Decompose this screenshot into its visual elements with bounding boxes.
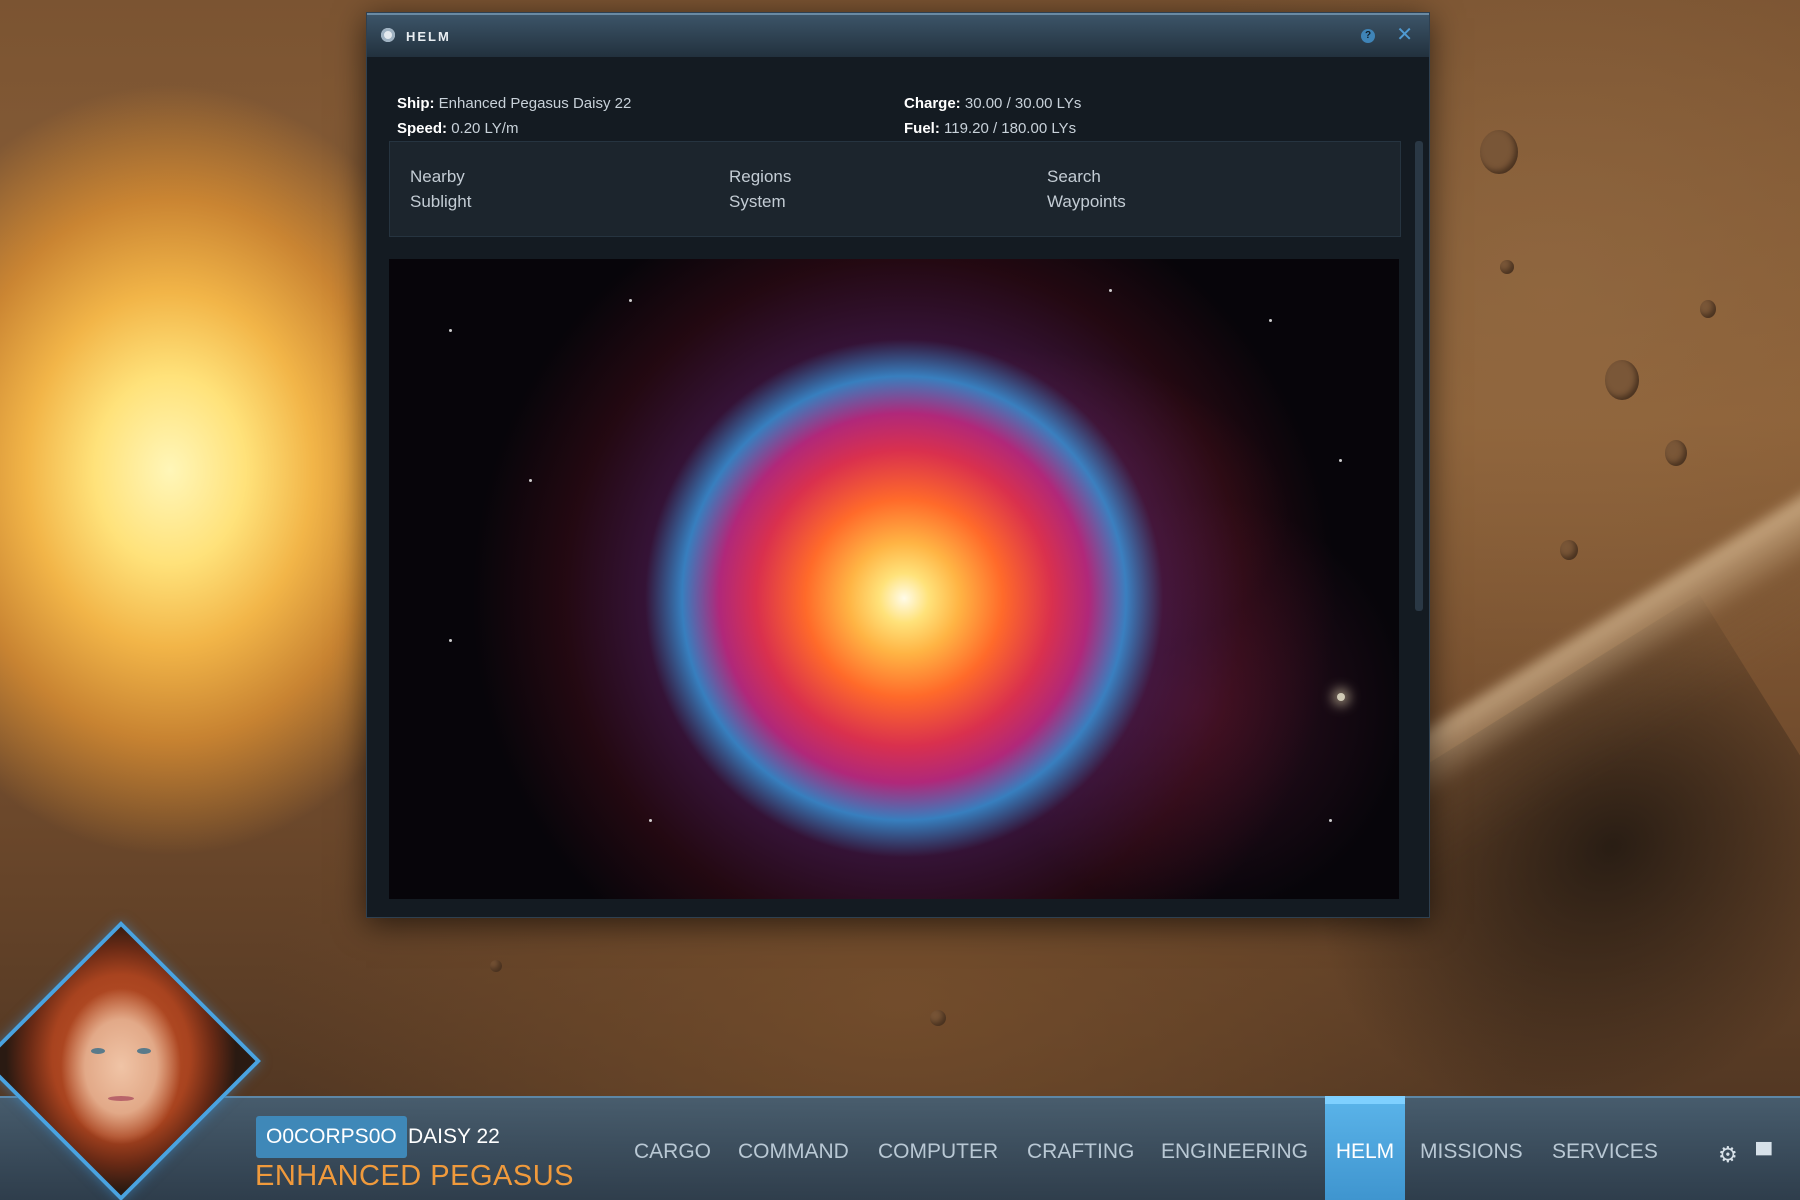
menu-crafting[interactable]: CRAFTING — [1027, 1096, 1134, 1200]
star — [1339, 459, 1342, 462]
nav-waypoints[interactable]: Waypoints — [1047, 189, 1126, 214]
star — [449, 329, 452, 332]
speed-label: Speed: — [397, 120, 448, 137]
nebula-viewport — [389, 259, 1399, 899]
charge-row: Charge: 30.00 / 30.00 LYs — [904, 91, 1081, 116]
help-icon[interactable]: ? — [1361, 29, 1375, 43]
helm-nav: Nearby Sublight Regions System Search Wa… — [389, 141, 1401, 237]
star — [1109, 289, 1112, 292]
asteroid — [1665, 440, 1687, 466]
speed-value: 0.20 LY/m — [451, 120, 519, 137]
menu-cargo[interactable]: CARGO — [634, 1096, 711, 1200]
star — [529, 479, 532, 482]
nav-search[interactable]: Search — [1047, 164, 1126, 189]
window-scrollbar[interactable] — [1415, 141, 1423, 611]
charge-value: 30.00 / 30.00 LYs — [964, 95, 1082, 112]
close-icon[interactable]: ✕ — [1396, 25, 1413, 45]
menu-missions[interactable]: MISSIONS — [1420, 1096, 1523, 1200]
menu-services[interactable]: SERVICES — [1552, 1096, 1658, 1200]
asteroid — [1480, 130, 1518, 174]
nav-column: Nearby Sublight — [410, 164, 471, 214]
avatar-eye — [91, 1048, 105, 1054]
asteroid — [490, 960, 502, 972]
nav-column: Regions System — [729, 164, 791, 214]
speed-row: Speed: 0.20 LY/m — [397, 116, 631, 141]
star — [649, 819, 652, 822]
ship-row: Ship: Enhanced Pegasus Daisy 22 — [397, 91, 631, 116]
star — [1329, 819, 1332, 822]
ship-label: Ship: — [397, 95, 435, 112]
charge-label: Charge: — [904, 95, 961, 112]
fuel-row: Fuel: 119.20 / 180.00 LYs — [904, 116, 1081, 141]
star — [449, 639, 452, 642]
menu-computer[interactable]: COMPUTER — [878, 1096, 998, 1200]
nav-sublight[interactable]: Sublight — [410, 189, 471, 214]
asteroid — [1700, 300, 1716, 318]
asteroid — [930, 1010, 946, 1026]
avatar-eye — [137, 1048, 151, 1054]
window-title: HELM — [406, 29, 451, 44]
settings-gear-icon[interactable]: ⚙ — [1718, 1142, 1738, 1168]
ship-name: ENHANCED PEGASUS — [255, 1160, 575, 1192]
corp-badge[interactable]: O0CORPS0O — [256, 1116, 407, 1158]
star — [1269, 319, 1272, 322]
menu-helm[interactable]: HELM — [1325, 1096, 1405, 1200]
chat-icon[interactable]: ▀ — [1756, 1142, 1772, 1168]
menu-engineering[interactable]: ENGINEERING — [1161, 1096, 1308, 1200]
asteroid — [1605, 360, 1639, 400]
nav-regions[interactable]: Regions — [729, 164, 791, 189]
asteroid — [1560, 540, 1578, 560]
nav-system[interactable]: System — [729, 189, 791, 214]
bright-star — [1337, 693, 1345, 701]
window-titlebar[interactable]: HELM ? ✕ — [367, 13, 1429, 57]
star — [629, 299, 632, 302]
ship-value: Enhanced Pegasus Daisy 22 — [438, 95, 632, 112]
nav-nearby[interactable]: Nearby — [410, 164, 471, 189]
helm-icon — [381, 28, 395, 42]
nav-column: Search Waypoints — [1047, 164, 1126, 214]
menu-command[interactable]: COMMAND — [738, 1096, 849, 1200]
pilot-name: DAISY 22 — [408, 1125, 500, 1148]
fuel-label: Fuel: — [904, 120, 940, 137]
helm-window: HELM ? ✕ Ship: Enhanced Pegasus Daisy 22… — [366, 12, 1430, 918]
asteroid — [1500, 260, 1514, 274]
avatar-mouth — [108, 1096, 134, 1101]
ship-info: Ship: Enhanced Pegasus Daisy 22 Speed: 0… — [397, 91, 1399, 147]
fuel-value: 119.20 / 180.00 LYs — [944, 120, 1077, 137]
